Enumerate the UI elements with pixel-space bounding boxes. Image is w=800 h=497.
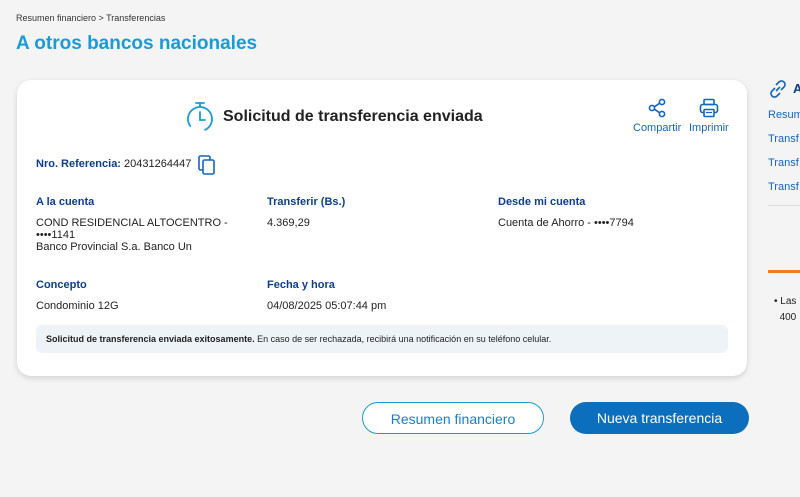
concept-label: Concepto [36,279,87,291]
sidebar-link-transfer-2[interactable]: Transf [768,157,799,169]
new-transfer-button[interactable]: Nueva transferencia [570,402,749,434]
concept-value: Condominio 12G [36,300,119,312]
to-account-bank: Banco Provincial S.a. Banco Un [36,241,192,253]
breadcrumb[interactable]: Resumen financiero > Transferencias [16,13,165,23]
sidebar-bullet-text: Las [780,296,797,307]
date-label: Fecha y hora [267,279,335,291]
from-account-label: Desde mi cuenta [498,196,586,208]
page-title: A otros bancos nacionales [16,33,258,54]
clock-history-icon [187,102,213,132]
concept-field: Concepto Condominio 12G [36,279,119,312]
date-field: Fecha y hora 04/08/2025 05:07:44 pm [267,279,386,312]
receipt-title: Solicitud de transferencia enviada [223,108,483,125]
share-button[interactable]: Compartir [633,98,681,134]
financial-summary-button[interactable]: Resumen financiero [362,402,544,434]
to-account-field: A la cuenta COND RESIDENCIAL ALTOCENTRO … [36,196,228,253]
from-account-value: Cuenta de Ahorro - ••••7794 [498,217,634,229]
success-notice: Solicitud de transferencia enviada exito… [36,325,728,353]
to-account-label: A la cuenta [36,196,95,208]
from-account-field: Desde mi cuenta Cuenta de Ahorro - ••••7… [498,196,634,229]
sidebar-heading: A [793,81,800,96]
notice-text: En caso de ser rechazada, recibirá una n… [254,334,552,344]
amount-field: Transferir (Bs.) 4.369,29 [267,196,345,229]
link-icon [770,80,786,98]
sidebar-divider [768,205,800,206]
to-account-number: ••••1141 [36,229,76,241]
sidebar-link-summary[interactable]: Resum [768,109,800,121]
sidebar-link-transfer-3[interactable]: Transf [768,181,799,193]
notice-bold-text: Solicitud de transferencia enviada exito… [46,334,255,344]
reference-number: Nro. Referencia: 20431264447 [36,158,191,170]
amount-value: 4.369,29 [267,217,310,229]
reference-value: 20431264447 [124,158,192,170]
print-button[interactable]: Imprimir [689,98,729,134]
to-account-name: COND RESIDENCIAL ALTOCENTRO - [36,217,228,229]
date-value: 04/08/2025 05:07:44 pm [267,300,387,312]
printer-icon [699,98,719,118]
reference-label: Nro. Referencia: [36,158,121,170]
sidebar-bullet-text-2: 400 [779,312,797,323]
share-label: Compartir [633,122,682,134]
print-label: Imprimir [689,122,729,134]
transfer-receipt-card: Solicitud de transferencia enviada Compa… [17,80,747,376]
sidebar-accent-bar [768,270,800,273]
copy-icon[interactable] [198,155,216,175]
amount-label: Transferir (Bs.) [267,196,346,208]
sidebar-link-transfer-1[interactable]: Transf [768,133,799,145]
sidebar-bullet-item: • Las 400 [774,296,797,323]
share-icon [648,98,666,118]
